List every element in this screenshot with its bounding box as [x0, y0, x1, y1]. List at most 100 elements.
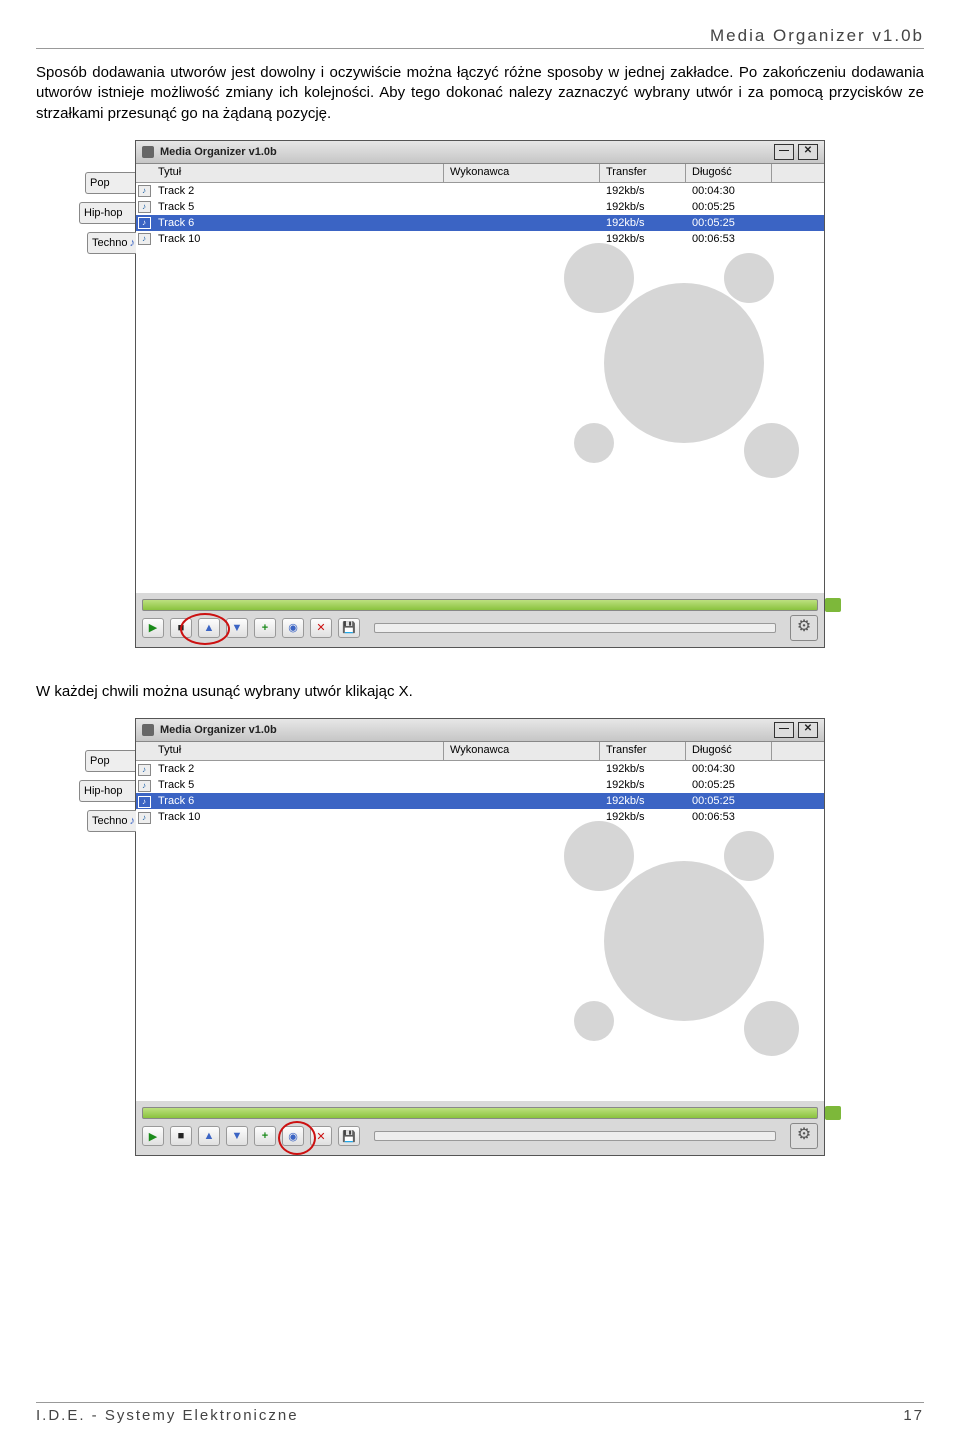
close-button[interactable]: ✕ — [798, 144, 818, 160]
bottom-panel: ▶ ■ ▲ ▼ + ◉ ✕ 💾 ⚙ — [136, 593, 824, 647]
minimize-button[interactable]: — — [774, 144, 794, 160]
col-length[interactable]: Długość — [686, 164, 772, 182]
move-down-button[interactable]: ▼ — [226, 1126, 248, 1146]
screenshot-2: Pop Hip-hop Techno♪ Media Organizer v1.0… — [135, 718, 825, 1156]
minimize-button[interactable]: — — [774, 722, 794, 738]
cell-title: Track 10 — [152, 811, 444, 823]
background-graphic — [544, 821, 824, 1101]
titlebar: Media Organizer v1.0b — ✕ — [136, 719, 824, 742]
play-button[interactable]: ▶ — [142, 1126, 164, 1146]
column-headers: Tytuł Wykonawca Transfer Długość — [136, 742, 824, 761]
settings-button[interactable]: ⚙ — [790, 615, 818, 641]
save-button[interactable]: 💾 — [338, 618, 360, 638]
cell-length: 00:05:25 — [686, 217, 772, 229]
note-icon: ♪ — [138, 233, 151, 245]
cell-length: 00:04:30 — [686, 185, 772, 197]
cell-transfer: 192kb/s — [600, 233, 686, 245]
track-row[interactable]: ♪Track 2192kb/s00:04:30 — [136, 761, 824, 777]
add-button[interactable]: + — [254, 618, 276, 638]
track-list[interactable]: ♪Track 2192kb/s00:04:30♪Track 5192kb/s00… — [136, 761, 824, 1101]
side-tabs-2: Pop Hip-hop Techno♪ — [85, 750, 135, 840]
track-row[interactable]: ♪Track 5192kb/s00:05:25 — [136, 199, 824, 215]
cell-transfer: 192kb/s — [600, 779, 686, 791]
cell-transfer: 192kb/s — [600, 185, 686, 197]
bottom-panel: ▶ ■ ▲ ▼ + ◉ ✕ 💾 ⚙ — [136, 1101, 824, 1155]
volume-slider[interactable] — [374, 1131, 776, 1141]
cell-transfer: 192kb/s — [600, 795, 686, 807]
paragraph-2: W każdej chwili można usunąć wybrany utw… — [36, 682, 924, 702]
cell-length: 00:06:53 — [686, 811, 772, 823]
delete-button[interactable]: ✕ — [310, 1126, 332, 1146]
paragraph-1: Sposób dodawania utworów jest dowolny i … — [36, 63, 924, 124]
column-headers: Tytuł Wykonawca Transfer Długość — [136, 164, 824, 183]
cell-length: 00:06:53 — [686, 233, 772, 245]
note-icon: ♪ — [138, 780, 151, 792]
track-row[interactable]: ♪Track 10 192kb/s00:06:53 — [136, 809, 824, 825]
col-transfer[interactable]: Transfer — [600, 742, 686, 760]
move-down-button[interactable]: ▼ — [226, 618, 248, 638]
col-title[interactable]: Tytuł — [152, 164, 444, 182]
side-tabs: Pop Hip-hop Techno♪ — [85, 172, 135, 262]
note-icon: ♪ — [138, 796, 151, 808]
settings-button[interactable]: ⚙ — [790, 1123, 818, 1149]
volume-slider[interactable] — [374, 623, 776, 633]
tab-pop[interactable]: Pop — [85, 172, 135, 194]
cell-title: Track 5 — [152, 201, 444, 213]
cd-button[interactable]: ◉ — [282, 1126, 304, 1146]
col-transfer[interactable]: Transfer — [600, 164, 686, 182]
cell-title: Track 2 — [152, 763, 444, 775]
music-icon: ♪ — [129, 237, 135, 249]
track-row[interactable]: ♪Track 10192kb/s00:06:53 — [136, 231, 824, 247]
note-icon: ♪ — [138, 217, 151, 229]
screenshot-1: Pop Hip-hop Techno♪ Media Organizer v1.0… — [135, 140, 825, 648]
stop-button[interactable]: ■ — [170, 618, 192, 638]
screenshot-1-wrap: Pop Hip-hop Techno♪ Media Organizer v1.0… — [36, 140, 924, 648]
window-title: Media Organizer v1.0b — [160, 146, 277, 158]
cell-transfer: 192kb/s — [600, 811, 686, 823]
note-icon: ♪ — [138, 185, 151, 197]
cell-length: 00:04:30 — [686, 763, 772, 775]
app-window-2: Media Organizer v1.0b — ✕ Tytuł Wykonawc… — [135, 718, 825, 1156]
track-row[interactable]: ♪Track 2192kb/s00:04:30 — [136, 183, 824, 199]
col-length[interactable]: Długość — [686, 742, 772, 760]
window-title: Media Organizer v1.0b — [160, 724, 277, 736]
footer-page: 17 — [903, 1407, 924, 1424]
progress-bar[interactable] — [142, 1107, 818, 1119]
background-graphic — [544, 243, 824, 523]
delete-button[interactable]: ✕ — [310, 618, 332, 638]
titlebar: Media Organizer v1.0b — ✕ — [136, 141, 824, 164]
app-icon — [142, 146, 154, 158]
cell-length: 00:05:25 — [686, 795, 772, 807]
cell-title: Track 6 — [152, 795, 444, 807]
tab-hiphop[interactable]: Hip-hop — [79, 780, 135, 802]
track-list[interactable]: ♪Track 2192kb/s00:04:30♪Track 5192kb/s00… — [136, 183, 824, 593]
tab-hiphop[interactable]: Hip-hop — [79, 202, 135, 224]
close-button[interactable]: ✕ — [798, 722, 818, 738]
play-button[interactable]: ▶ — [142, 618, 164, 638]
col-title[interactable]: Tytuł — [152, 742, 444, 760]
col-artist[interactable]: Wykonawca — [444, 164, 600, 182]
cell-title: Track 6 — [152, 217, 444, 229]
page-footer: I.D.E. - Systemy Elektroniczne 17 — [36, 1402, 924, 1424]
track-row[interactable]: ♪Track 6 192kb/s00:05:25 — [136, 215, 824, 231]
progress-bar[interactable] — [142, 599, 818, 611]
cell-transfer: 192kb/s — [600, 763, 686, 775]
save-button[interactable]: 💾 — [338, 1126, 360, 1146]
track-row[interactable]: ♪Track 6 192kb/s00:05:25 — [136, 793, 824, 809]
toolbar: ▶ ■ ▲ ▼ + ◉ ✕ 💾 ⚙ — [142, 615, 818, 641]
add-button[interactable]: + — [254, 1126, 276, 1146]
move-up-button[interactable]: ▲ — [198, 618, 220, 638]
footer-left: I.D.E. - Systemy Elektroniczne — [36, 1407, 299, 1424]
col-artist[interactable]: Wykonawca — [444, 742, 600, 760]
cell-transfer: 192kb/s — [600, 217, 686, 229]
screenshot-2-wrap: Pop Hip-hop Techno♪ Media Organizer v1.0… — [36, 718, 924, 1156]
cell-length: 00:05:25 — [686, 779, 772, 791]
move-up-button[interactable]: ▲ — [198, 1126, 220, 1146]
note-icon: ♪ — [138, 812, 151, 824]
music-icon: ♪ — [129, 815, 135, 827]
cd-button[interactable]: ◉ — [282, 618, 304, 638]
stop-button[interactable]: ■ — [170, 1126, 192, 1146]
track-row[interactable]: ♪Track 5192kb/s00:05:25 — [136, 777, 824, 793]
tab-pop[interactable]: Pop — [85, 750, 135, 772]
toolbar: ▶ ■ ▲ ▼ + ◉ ✕ 💾 ⚙ — [142, 1123, 818, 1149]
